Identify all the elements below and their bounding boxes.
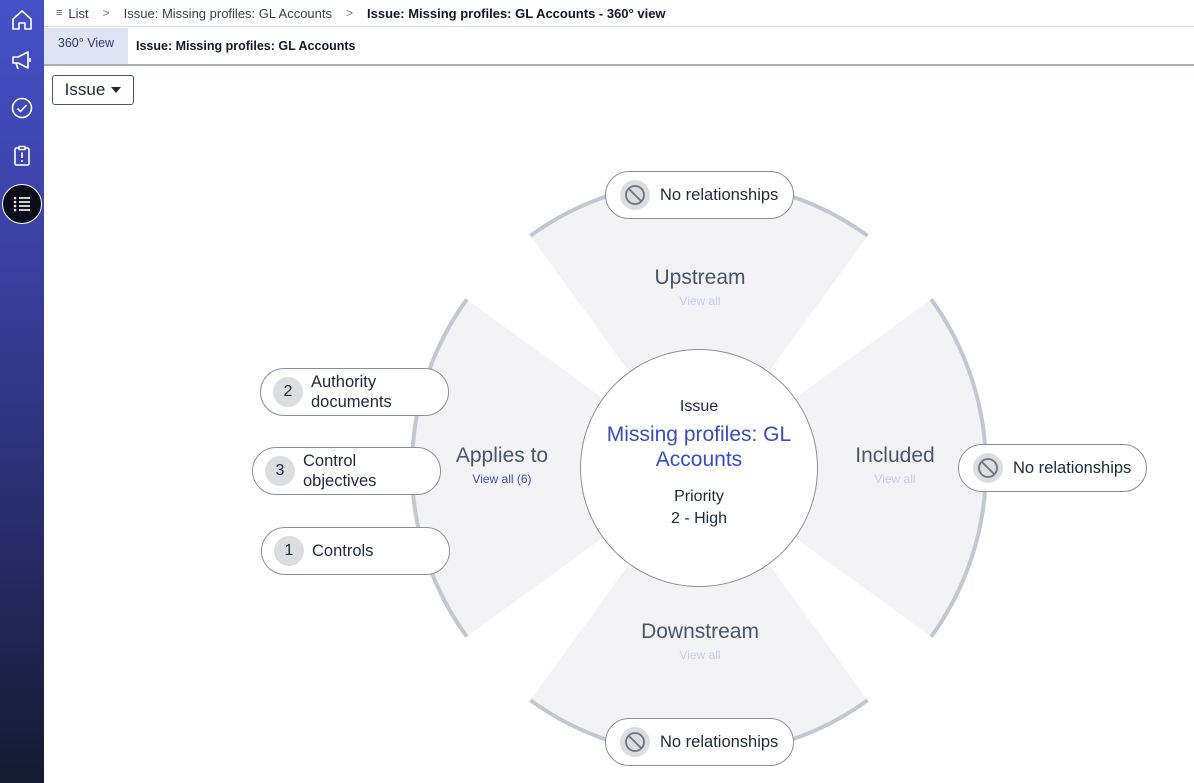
- count-badge: 2: [273, 377, 303, 407]
- upstream-title: Upstream: [654, 266, 746, 289]
- upstream-no-relationships-pill: No relationships: [605, 171, 794, 219]
- control-objectives-pill[interactable]: 3 Control objectives: [252, 447, 441, 495]
- center-record-hub: Issue Missing profiles: GL Accounts Prio…: [580, 349, 818, 587]
- downstream-view-all-link[interactable]: View all: [620, 648, 780, 662]
- controls-pill[interactable]: 1 Controls: [261, 527, 450, 575]
- no-relationships-label: No relationships: [660, 186, 779, 204]
- priority-label: Priority: [674, 488, 724, 505]
- applies-to-section: Applies to View all (6): [422, 444, 582, 486]
- authority-documents-pill[interactable]: 2 Authority documents: [260, 368, 449, 416]
- upstream-view-all-link[interactable]: View all: [620, 294, 780, 308]
- applies-to-title: Applies to: [455, 444, 549, 467]
- blocked-icon: [620, 180, 650, 210]
- hub-record-name-link[interactable]: Missing profiles: GL Accounts: [581, 422, 817, 472]
- downstream-title: Downstream: [641, 620, 759, 643]
- upstream-section: Upstream View all: [620, 266, 780, 308]
- blocked-icon: [620, 727, 650, 757]
- pill-label: Control objectives: [303, 452, 377, 490]
- included-section: Included View all: [815, 444, 975, 486]
- applies-to-view-all-link[interactable]: View all (6): [422, 472, 582, 486]
- hub-name-line2: Accounts: [655, 448, 743, 471]
- pill-label: Authority documents: [311, 373, 392, 411]
- priority-value: 2 - High: [670, 510, 728, 527]
- relationship-diagram: [410, 179, 988, 757]
- blocked-icon: [973, 453, 1003, 483]
- no-relationships-label: No relationships: [1013, 459, 1132, 477]
- hub-name-line1: Missing profiles: GL: [606, 423, 792, 446]
- count-badge: 1: [274, 536, 304, 566]
- downstream-no-relationships-pill: No relationships: [605, 718, 794, 766]
- included-title: Included: [855, 444, 935, 467]
- downstream-section: Downstream View all: [620, 620, 780, 662]
- count-badge: 3: [265, 456, 295, 486]
- hub-type-label: Issue: [679, 398, 719, 415]
- pill-label: Controls: [312, 542, 374, 560]
- included-no-relationships-pill: No relationships: [958, 444, 1147, 492]
- no-relationships-label: No relationships: [660, 733, 779, 751]
- included-view-all-link[interactable]: View all: [815, 472, 975, 486]
